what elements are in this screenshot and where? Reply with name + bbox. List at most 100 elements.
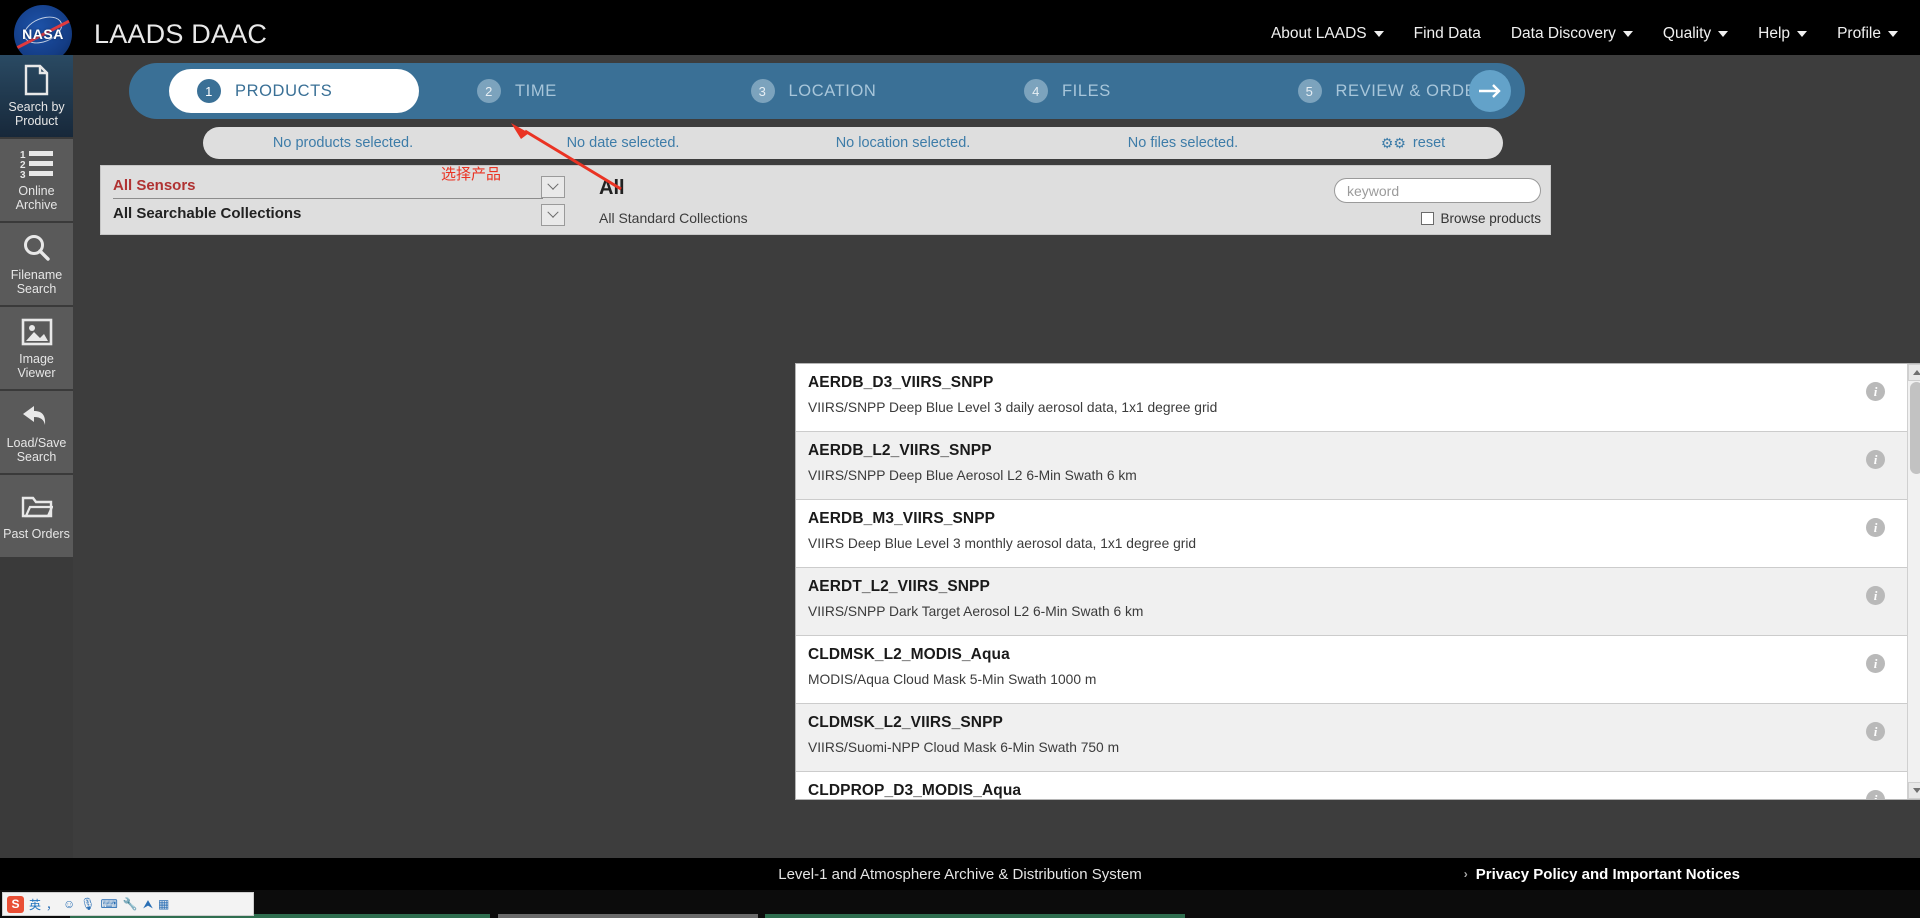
os-taskbar: S 英 ， ☺ 🎙 ⌨ 🔧 ⮝ ▦ (0, 890, 1920, 918)
product-name: AERDB_D3_VIIRS_SNPP (808, 374, 994, 391)
list-item[interactable]: CLDMSK_L2_VIIRS_SNPP VIIRS/Suomi-NPP Clo… (796, 704, 1907, 772)
info-icon[interactable]: i (1866, 654, 1885, 673)
product-description: VIIRS/SNPP Deep Blue Aerosol L2 6-Min Sw… (808, 468, 1137, 483)
taskbar-window-2[interactable] (498, 914, 758, 918)
list-item[interactable]: AERDB_L2_VIIRS_SNPP VIIRS/SNPP Deep Blue… (796, 432, 1907, 500)
up-arrow-icon[interactable]: ⮝ (143, 897, 153, 912)
keyword-input[interactable] (1334, 178, 1541, 203)
sidebar-label: Filename Search (10, 268, 63, 296)
wizard-step-time[interactable]: 2 TIME (431, 69, 705, 113)
next-step-button[interactable] (1469, 70, 1511, 112)
nasa-wordmark: NASA (22, 26, 64, 42)
wizard-step-products[interactable]: 1 PRODUCTS (169, 69, 419, 113)
ime-toolbar[interactable]: S 英 ， ☺ 🎙 ⌨ 🔧 ⮝ ▦ (2, 892, 254, 916)
search-icon (22, 232, 52, 264)
list-item[interactable]: CLDMSK_L2_MODIS_Aqua MODIS/Aqua Cloud Ma… (796, 636, 1907, 704)
sidebar-item-filename-search[interactable]: Filename Search (0, 223, 73, 305)
list-item[interactable]: AERDB_M3_VIIRS_SNPP VIIRS Deep Blue Leve… (796, 500, 1907, 568)
page-title: LAADS DAAC (94, 18, 268, 49)
status-location: No location selected. (835, 135, 971, 151)
chevron-down-icon (1912, 788, 1920, 793)
smiley-icon[interactable]: ☺ (63, 897, 75, 911)
wizard-step-location[interactable]: 3 LOCATION (705, 69, 979, 113)
keyboard-icon[interactable]: ⌨ (101, 897, 118, 911)
svg-text:3: 3 (20, 170, 26, 179)
nav-help[interactable]: Help (1758, 25, 1808, 43)
wizard-step-files[interactable]: 4 FILES (978, 69, 1252, 113)
chevron-up-icon (1912, 370, 1920, 375)
document-icon (23, 64, 50, 96)
info-icon[interactable]: i (1866, 586, 1885, 605)
info-icon[interactable]: i (1866, 450, 1885, 469)
step-number: 5 (1297, 79, 1322, 103)
nav-about-laads[interactable]: About LAADS (1271, 25, 1384, 43)
nav-help-label: Help (1758, 25, 1791, 42)
reset-button[interactable]: ⚙⚙ reset (1323, 135, 1503, 152)
chevron-down-icon (1373, 31, 1384, 37)
collections-dropdown-toggle[interactable] (541, 204, 565, 226)
sidebar-item-image-viewer[interactable]: Image Viewer (0, 307, 73, 389)
sidebar-item-load-save-search[interactable]: Load/Save Search (0, 391, 73, 473)
annotation-text: 选择产品 (441, 165, 502, 183)
nav-data-discovery-label: Data Discovery (1510, 25, 1616, 42)
browse-products-toggle[interactable]: Browse products (1421, 211, 1541, 226)
step-label: REVIEW & ORDER (1335, 81, 1489, 100)
nav-profile[interactable]: Profile (1837, 25, 1898, 43)
privacy-policy-label: Privacy Policy and Important Notices (1475, 865, 1740, 883)
wizard-steps: 1 PRODUCTS 2 TIME 3 LOCATION 4 FILES 5 R… (129, 63, 1525, 119)
step-label: LOCATION (788, 81, 877, 100)
comma-icon[interactable]: ， (46, 896, 58, 913)
product-description: VIIRS Deep Blue Level 3 monthly aerosol … (808, 536, 1197, 551)
left-sidebar: Search by Product 1 2 3 Online Archive F… (0, 55, 73, 858)
apps-icon[interactable]: ▦ (158, 897, 169, 911)
product-description: MODIS/Aqua Cloud Mask 5-Min Swath 1000 m (808, 672, 1097, 687)
sensors-dropdown-toggle[interactable] (541, 176, 565, 198)
collections-selector-row[interactable]: All Searchable Collections (113, 199, 543, 225)
status-files: No files selected. (1127, 135, 1239, 151)
product-list-scrollbar[interactable] (1907, 364, 1920, 799)
image-icon (21, 316, 53, 348)
toolbox-icon[interactable]: 🔧 (123, 897, 138, 911)
nav-find-data-label: Find Data (1413, 25, 1481, 42)
status-date: No date selected. (566, 135, 680, 151)
folder-icon (21, 491, 53, 523)
nav-about-laads-label: About LAADS (1270, 25, 1367, 42)
step-number: 1 (197, 79, 221, 103)
scroll-up-button[interactable] (1908, 364, 1920, 381)
nav-find-data[interactable]: Find Data (1414, 25, 1481, 43)
status-products: No products selected. (272, 135, 414, 151)
info-icon[interactable]: i (1866, 722, 1885, 741)
list-item[interactable]: AERDB_D3_VIIRS_SNPP VIIRS/SNPP Deep Blue… (796, 364, 1907, 432)
product-name: AERDB_L2_VIIRS_SNPP (808, 442, 992, 459)
nav-data-discovery[interactable]: Data Discovery (1511, 25, 1633, 43)
product-name: AERDT_L2_VIIRS_SNPP (808, 578, 990, 595)
step-label: TIME (515, 81, 557, 100)
list-item[interactable]: AERDT_L2_VIIRS_SNPP VIIRS/SNPP Dark Targ… (796, 568, 1907, 636)
laads-daac-page: NASA LAADS DAAC About LAADS Find Data Da… (0, 0, 1920, 918)
selection-title: All (599, 177, 625, 199)
privacy-policy-link[interactable]: › Privacy Policy and Important Notices (1464, 866, 1740, 883)
chevron-down-icon (1718, 31, 1729, 37)
sidebar-item-online-archive[interactable]: 1 2 3 Online Archive (0, 139, 73, 221)
scrollbar-thumb[interactable] (1910, 382, 1920, 474)
step-number: 2 (477, 79, 501, 103)
step-number: 3 (750, 79, 775, 103)
mic-icon[interactable]: 🎙 (80, 897, 95, 911)
ime-mode-label[interactable]: 英 (29, 896, 41, 913)
scroll-down-button[interactable] (1908, 782, 1920, 799)
product-name: CLDMSK_L2_MODIS_Aqua (808, 646, 1010, 663)
list-item[interactable]: CLDPROP_D3_MODIS_Aqua MODIS/Aqua Cloud P… (796, 772, 1907, 799)
main-content: 1 PRODUCTS 2 TIME 3 LOCATION 4 FILES 5 R… (73, 55, 1920, 858)
info-icon[interactable]: i (1866, 518, 1885, 537)
checkbox-icon[interactable] (1421, 212, 1435, 225)
info-icon[interactable]: i (1866, 382, 1885, 401)
sidebar-item-past-orders[interactable]: Past Orders (0, 475, 73, 557)
numbered-list-icon: 1 2 3 (20, 148, 54, 180)
step-label: PRODUCTS (235, 81, 333, 100)
taskbar-window-3[interactable] (765, 914, 1185, 918)
sidebar-item-search-by-product[interactable]: Search by Product (0, 55, 73, 137)
product-description: VIIRS/SNPP Dark Target Aerosol L2 6-Min … (808, 604, 1144, 619)
top-navigation: About LAADS Find Data Data Discovery Qua… (1271, 25, 1920, 43)
sogou-logo-icon[interactable]: S (7, 895, 24, 913)
nav-quality[interactable]: Quality (1663, 25, 1729, 43)
